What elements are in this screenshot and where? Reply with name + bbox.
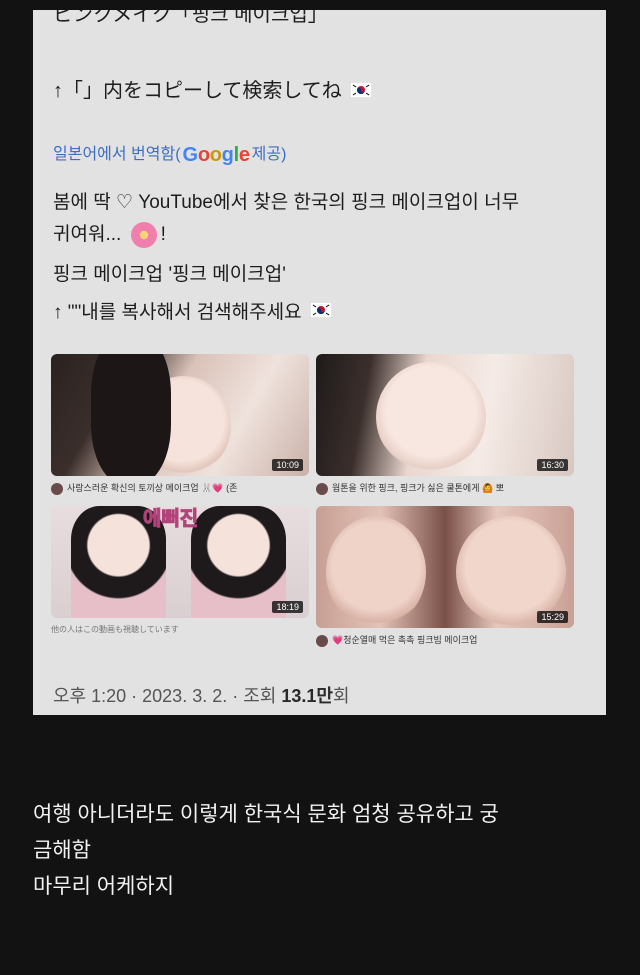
video-thumbnail-grid: 10:09 사랑스러운 확신의 토끼상 메이크업 🐰💗 (존 16:30 웜톤을… bbox=[51, 354, 574, 654]
video-duration: 18:19 bbox=[272, 601, 303, 613]
channel-avatar-icon bbox=[316, 634, 328, 647]
korea-flag-icon bbox=[350, 79, 373, 105]
tweet-meta: 오후 1:20 · 2023. 3. 2. · 조회 13.1만회 bbox=[53, 686, 350, 706]
video-title[interactable]: 사랑스러운 확신의 토끼상 메이크업 🐰💗 (존 bbox=[51, 481, 309, 495]
video-subtitle: 他の人はこの動画も視聴しています bbox=[51, 625, 179, 634]
translated-text-line-1: 봄에 딱 ♡ YouTube에서 찾은 한국의 핑크 메이크업이 너무 bbox=[53, 192, 520, 213]
video-thumbnail[interactable]: 10:09 bbox=[51, 354, 309, 476]
channel-avatar-icon bbox=[51, 482, 63, 495]
flower-emoji-icon bbox=[130, 222, 157, 248]
cut-off-text-line: ピンクメイク「핑크 메이크업」 bbox=[53, 10, 328, 26]
top-edge bbox=[0, 0, 640, 10]
face-image bbox=[376, 362, 486, 472]
video-title[interactable]: 💗청순열매 먹은 촉촉 핑크빔 메이크업 bbox=[316, 633, 574, 647]
video-title[interactable]: 웜톤을 위한 핑크, 핑크가 싫은 쿨톤에게 🙆 뽀 bbox=[316, 481, 574, 495]
video-duration: 15:29 bbox=[537, 611, 568, 623]
post-body-text: 여행 아니더라도 이렇게 한국식 문화 엄청 공유하고 궁 금해함 마무리 어케… bbox=[33, 797, 608, 905]
korea-flag-icon bbox=[309, 300, 333, 326]
post-line: 마무리 어케하지 bbox=[33, 875, 175, 898]
post-line: 금해함 bbox=[33, 839, 91, 862]
thumbnail-overlay-text: 에뻐진 bbox=[142, 508, 199, 531]
japanese-instruction: ↑「」内をコピーして検索してね bbox=[53, 78, 592, 105]
google-logo: Google bbox=[182, 144, 250, 166]
tweet-screenshot-card: ピンクメイク「핑크 메이크업」 ↑「」内をコピーして検索してね 일본어에서 번역… bbox=[33, 10, 606, 715]
translated-text-line-2: 귀여워... ! bbox=[53, 222, 592, 248]
hair-image bbox=[91, 354, 171, 476]
video-thumbnail[interactable]: 15:29 bbox=[316, 506, 574, 628]
face-image bbox=[326, 516, 426, 628]
video-duration: 16:30 bbox=[537, 459, 568, 471]
channel-avatar-icon bbox=[316, 482, 328, 495]
post-line: 여행 아니더라도 이렇게 한국식 문화 엄청 공유하고 궁 bbox=[33, 803, 499, 826]
video-duration: 10:09 bbox=[272, 459, 303, 471]
video-thumbnail[interactable]: 16:30 bbox=[316, 354, 574, 476]
translated-by-google-link[interactable]: 일본어에서 번역함( Google 제공) bbox=[53, 142, 592, 168]
video-thumbnail[interactable]: 에뻐진 18:19 bbox=[51, 506, 309, 618]
translated-text-line-4: ↑ ""내를 복사해서 검색해주세요 bbox=[53, 300, 592, 326]
translated-text-line-3: 핑크 메이크업 '핑크 메이크업' bbox=[53, 264, 286, 285]
